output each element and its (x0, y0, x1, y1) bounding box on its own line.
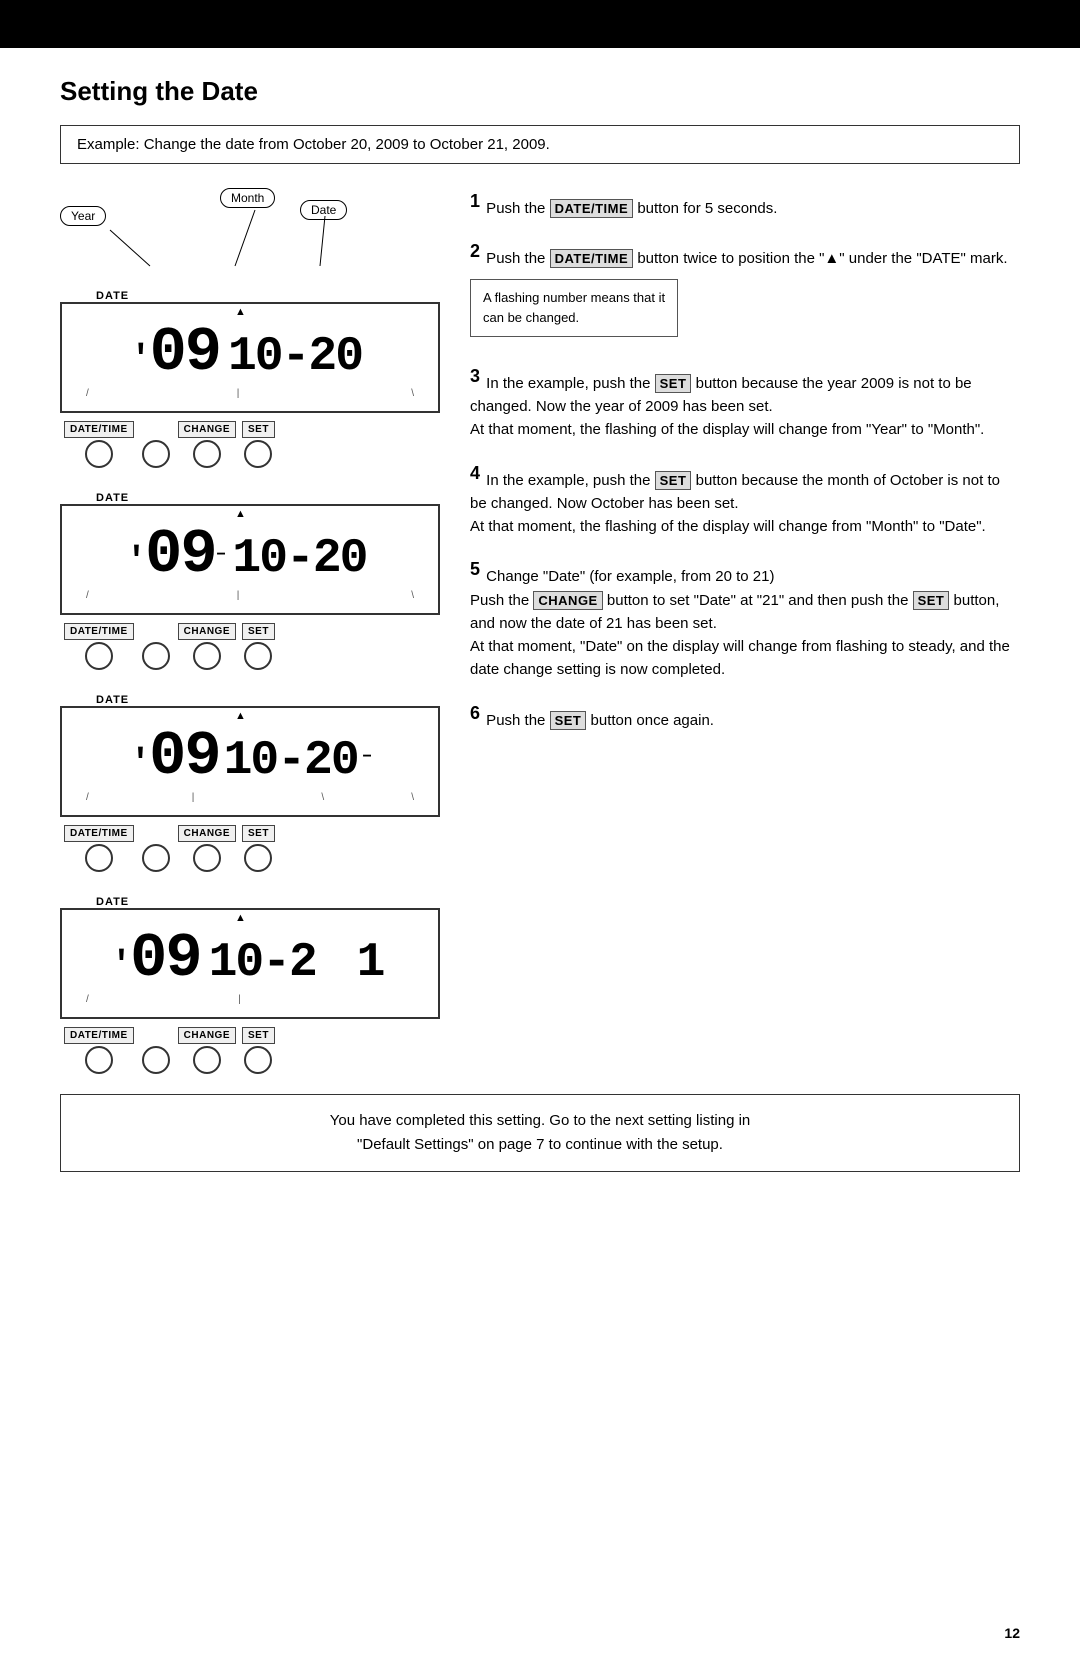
step-5: 5 Change "Date" (for example, from 20 to… (470, 556, 1020, 681)
step2-datetime-highlight: DATE/TIME (550, 249, 634, 268)
step-3-number: 3 (470, 366, 480, 386)
footer-line1: You have completed this setting. Go to t… (330, 1112, 751, 1129)
button-row-2: DATE/TIME CHANGE SET (60, 623, 440, 670)
step-4-number: 4 (470, 463, 480, 483)
step5-set-highlight: SET (913, 591, 950, 610)
display-panel-3: ▲ '0910-20– /|\\ (60, 706, 440, 817)
set-label-3[interactable]: SET (242, 825, 275, 842)
step-4: 4 In the example, push the SET button be… (470, 460, 1020, 539)
step1-datetime-highlight: DATE/TIME (550, 199, 634, 218)
page-number: 12 (1004, 1625, 1020, 1641)
change-label-2[interactable]: CHANGE (178, 623, 236, 640)
display-wrapper-3: DATE ▲ '0910-20– /|\\ DATE/TIME (60, 694, 440, 872)
date-time-circle-2[interactable] (85, 642, 113, 670)
set-circle-2[interactable] (244, 642, 272, 670)
main-layout: Year Month Date DATE (60, 188, 1020, 1074)
change-circle-2[interactable] (193, 642, 221, 670)
display-digits-4: '0910-2 1 (76, 920, 424, 994)
set-btn-group-1: SET (242, 421, 275, 468)
set-label-2[interactable]: SET (242, 623, 275, 640)
display-panel-2: ▲ '09–10-20 /|\ (60, 504, 440, 615)
button-row-4: DATE/TIME CHANGE SET (60, 1027, 440, 1074)
button-row-3: DATE/TIME CHANGE SET (60, 825, 440, 872)
header-bar (0, 0, 1080, 48)
date-time-circle-4[interactable] (85, 1046, 113, 1074)
page-title: Setting the Date (60, 76, 1020, 107)
step-3: 3 In the example, push the SET button be… (470, 363, 1020, 442)
step-6: 6 Push the SET button once again. (470, 700, 1020, 732)
set-circle-4[interactable] (244, 1046, 272, 1074)
date-time-btn-group-2: DATE/TIME (64, 623, 134, 670)
display-date-label-3: DATE (96, 694, 440, 706)
display-date-label-4: DATE (96, 896, 440, 908)
date-time-btn-group-4: DATE/TIME (64, 1027, 134, 1074)
date-time-btn-group-1: DATE/TIME (64, 421, 134, 468)
display-date-label-2: DATE (96, 492, 440, 504)
date-time-circle-3[interactable] (85, 844, 113, 872)
step-1-number: 1 (470, 191, 480, 211)
change-btn-group-3: CHANGE (178, 825, 236, 872)
date-time-label-4[interactable]: DATE/TIME (64, 1027, 134, 1044)
change-label-1[interactable]: CHANGE (178, 421, 236, 438)
date-label-annot: Date (300, 200, 347, 220)
date-time-label-3[interactable]: DATE/TIME (64, 825, 134, 842)
display-digits-3: '0910-20– (76, 718, 424, 792)
display-date-label-1: DATE (96, 290, 440, 302)
display-wrapper-4: DATE ▲ '0910-2 1 /| DATE/TIME (60, 896, 440, 1074)
set-btn-group-4: SET (242, 1027, 275, 1074)
month-label: Month (220, 188, 275, 208)
set-btn-group-3: SET (242, 825, 275, 872)
example-box: Example: Change the date from October 20… (60, 125, 1020, 164)
step-2: 2 Push the DATE/TIME button twice to pos… (470, 238, 1020, 345)
date-time-circle-1[interactable] (85, 440, 113, 468)
step-1: 1 Push the DATE/TIME button for 5 second… (470, 188, 1020, 220)
empty-circle-4[interactable] (142, 1046, 170, 1074)
change-circle-1[interactable] (193, 440, 221, 468)
empty-circle-3[interactable] (142, 844, 170, 872)
example-text: Example: Change the date from October 20… (77, 136, 550, 153)
set-label-1[interactable]: SET (242, 421, 275, 438)
change-btn-group-4: CHANGE (178, 1027, 236, 1074)
footer-line2: "Default Settings" on page 7 to continue… (357, 1136, 723, 1153)
change-circle-4[interactable] (193, 1046, 221, 1074)
step-2-number: 2 (470, 241, 480, 261)
display-panel-4: ▲ '0910-2 1 /| (60, 908, 440, 1019)
set-circle-3[interactable] (244, 844, 272, 872)
display-wrapper-1: DATE ▲ '0910-20 /|\ (60, 290, 440, 468)
change-btn-group-1: CHANGE (178, 421, 236, 468)
step4-set-highlight: SET (655, 471, 692, 490)
button-row-1: DATE/TIME CHANGE SET (60, 421, 440, 468)
empty-btn-group-1 (140, 421, 172, 468)
display-digits-1: '0910-20 (76, 314, 424, 388)
change-circle-3[interactable] (193, 844, 221, 872)
set-label-4[interactable]: SET (242, 1027, 275, 1044)
display-wrapper-2: DATE ▲ '09–10-20 /|\ DATE/TIME (60, 492, 440, 670)
change-label-4[interactable]: CHANGE (178, 1027, 236, 1044)
display-digits-2: '09–10-20 (76, 516, 424, 590)
change-label-3[interactable]: CHANGE (178, 825, 236, 842)
display-panel-1: ▲ '0910-20 /|\ (60, 302, 440, 413)
display-section-1: Year Month Date DATE (60, 188, 440, 468)
empty-circle-2[interactable] (142, 642, 170, 670)
annotation-layer: Year Month Date (60, 188, 440, 268)
step-5-number: 5 (470, 559, 480, 579)
set-btn-group-2: SET (242, 623, 275, 670)
step5-change-highlight: CHANGE (533, 591, 602, 610)
set-circle-1[interactable] (244, 440, 272, 468)
left-column: Year Month Date DATE (60, 188, 440, 1074)
right-column: 1 Push the DATE/TIME button for 5 second… (470, 188, 1020, 750)
step6-set-highlight: SET (550, 711, 587, 730)
step2-note: A flashing number means that itcan be ch… (470, 279, 678, 337)
date-time-label-2[interactable]: DATE/TIME (64, 623, 134, 640)
empty-circle-1[interactable] (142, 440, 170, 468)
date-time-btn-group-3: DATE/TIME (64, 825, 134, 872)
step3-set-highlight: SET (655, 374, 692, 393)
step-6-number: 6 (470, 703, 480, 723)
change-btn-group-2: CHANGE (178, 623, 236, 670)
date-time-label-1[interactable]: DATE/TIME (64, 421, 134, 438)
footer-box: You have completed this setting. Go to t… (60, 1094, 1020, 1172)
year-label: Year (60, 206, 106, 226)
